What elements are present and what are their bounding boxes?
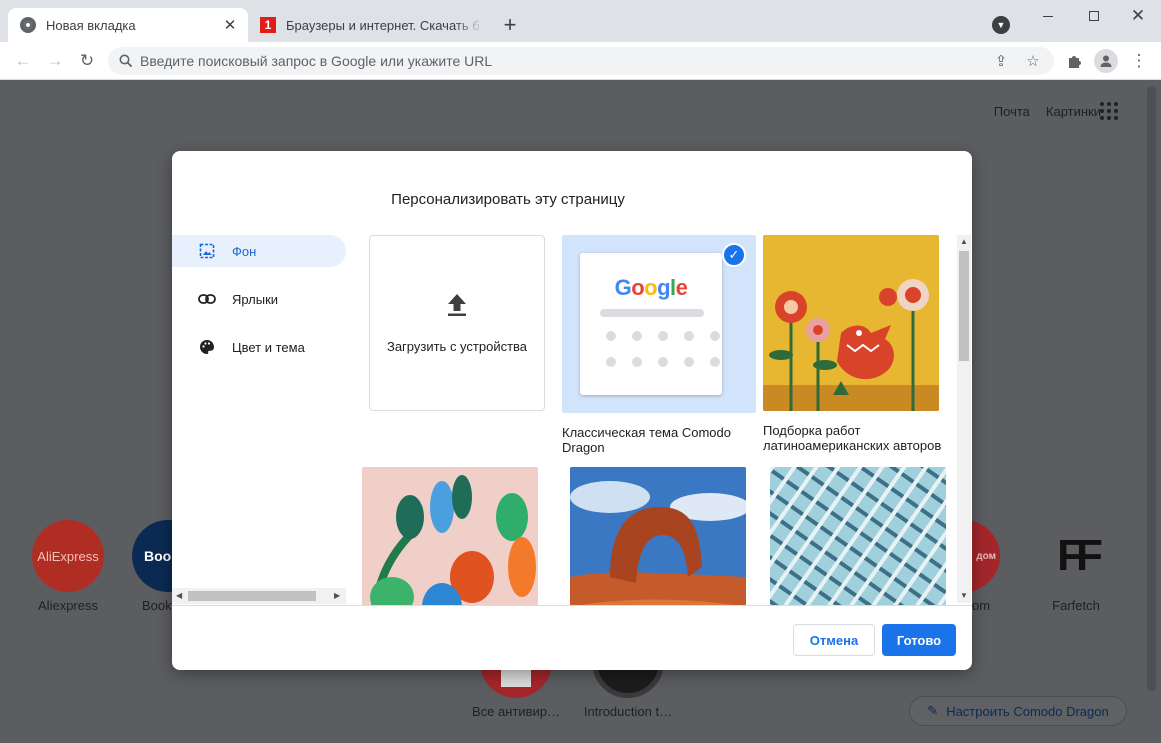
close-window-button[interactable]: ✕ xyxy=(1115,0,1161,32)
booking-icon: Boo xyxy=(132,520,174,592)
tab-new-tab[interactable]: Новая вкладка ✕ xyxy=(8,8,248,42)
tab-search-icon[interactable]: ▼ xyxy=(992,16,1010,34)
background-latin-american[interactable]: Подборка работ латиноамериканских авторо… xyxy=(763,235,949,453)
shortcut-booking[interactable]: Boo Book xyxy=(132,520,174,613)
shortcut-label: Farfetch xyxy=(1052,598,1100,613)
extensions-icon[interactable] xyxy=(1063,50,1085,72)
shortcut-aliexpress[interactable]: AliExpress Aliexpress xyxy=(20,520,116,613)
background-grid: Загрузить с устройства Google ✓ Классиче… xyxy=(358,233,954,605)
image-icon xyxy=(198,243,216,259)
folk-art-illustration xyxy=(763,235,939,411)
shortcut-label: Все антивир… xyxy=(471,704,561,719)
images-link[interactable]: Картинки xyxy=(1046,104,1101,119)
ntp-mockup: Google xyxy=(580,253,722,395)
google-logo: Google xyxy=(614,275,688,300)
classic-theme-thumbnail[interactable]: Google ✓ xyxy=(562,235,756,413)
customize-label: Настроить Comodo Dragon xyxy=(946,703,1109,719)
scroll-down-arrow-icon[interactable]: ▼ xyxy=(960,591,968,600)
menu-item-label: Ярлыки xyxy=(232,291,279,307)
bookmark-star-icon[interactable]: ☆ xyxy=(1022,50,1044,72)
shortcut-label: Book xyxy=(142,598,172,613)
dialog-footer: Отмена Готово xyxy=(172,605,972,670)
scrollbar-thumb[interactable] xyxy=(959,251,969,361)
back-arrow-icon[interactable]: ← xyxy=(12,50,34,72)
upload-icon xyxy=(448,293,466,316)
page-scrollbar[interactable] xyxy=(1147,86,1156,691)
url-input[interactable] xyxy=(140,53,990,69)
apps-grid-icon[interactable] xyxy=(1100,102,1118,120)
scroll-left-arrow-icon[interactable]: ◀ xyxy=(176,591,182,600)
minimize-icon xyxy=(1043,15,1053,17)
tab-title: Браузеры и интернет. Скачать б xyxy=(286,17,480,33)
done-button[interactable]: Готово xyxy=(882,624,956,656)
reload-icon[interactable]: ↻ xyxy=(76,50,98,72)
search-icon xyxy=(112,54,140,68)
share-icon[interactable]: ⇪ xyxy=(990,50,1012,72)
arch-thumbnail[interactable] xyxy=(570,467,746,605)
arch-landscape xyxy=(570,467,746,605)
mail-link[interactable]: Почта xyxy=(994,104,1030,119)
architecture-thumbnail[interactable] xyxy=(770,467,946,605)
maximize-icon xyxy=(1089,11,1099,21)
toolbar: ← → ↻ ⇪ ☆ ⋮ xyxy=(0,42,1161,80)
floral-thumbnail[interactable] xyxy=(362,467,538,605)
selected-check-icon: ✓ xyxy=(722,243,746,267)
tab-strip: Новая вкладка ✕ 1 Браузеры и интернет. С… xyxy=(0,0,1161,42)
aliexpress-icon: AliExpress xyxy=(32,520,104,592)
ntp-top-links: Почта Картинки xyxy=(994,104,1101,119)
background-arch[interactable] xyxy=(570,467,756,605)
scrollbar-thumb[interactable] xyxy=(188,591,316,601)
dialog-title: Персонализировать эту страницу xyxy=(391,191,625,208)
customize-dialog: Персонализировать эту страницу Фон Ярлык… xyxy=(172,151,972,670)
sidebar-horizontal-scrollbar[interactable]: ◀ ▶ xyxy=(172,588,346,604)
shortcut-farfetch[interactable]: FF Farfetch xyxy=(1028,520,1124,613)
shortcut-dom[interactable]: дом om xyxy=(972,520,1002,613)
customize-button[interactable]: ✎ Настроить Comodo Dragon xyxy=(909,696,1127,726)
background-caption: Подборка работ латиноамериканских авторо… xyxy=(763,423,942,453)
shortcut-label: Introduction t… xyxy=(583,704,673,719)
cancel-button[interactable]: Отмена xyxy=(793,624,875,656)
grid-vertical-scrollbar[interactable]: ▲ ▼ xyxy=(957,235,971,603)
upload-from-device-card[interactable]: Загрузить с устройства xyxy=(369,235,545,411)
minimize-button[interactable] xyxy=(1025,0,1071,32)
glass-facade-pattern xyxy=(770,467,946,605)
farfetch-icon: FF xyxy=(1057,531,1103,580)
search-bar-placeholder xyxy=(600,309,704,317)
menu-item-color-theme[interactable]: Цвет и тема xyxy=(172,331,346,363)
background-architecture[interactable] xyxy=(770,467,954,605)
maximize-button[interactable] xyxy=(1071,0,1117,32)
scroll-up-arrow-icon[interactable]: ▲ xyxy=(960,237,968,246)
pencil-icon: ✎ xyxy=(927,703,939,718)
background-floral[interactable] xyxy=(362,467,548,605)
menu-item-label: Фон xyxy=(232,243,257,259)
address-bar[interactable]: ⇪ ☆ xyxy=(108,47,1054,75)
tab-title: Новая вкладка xyxy=(46,17,136,33)
scroll-right-arrow-icon[interactable]: ▶ xyxy=(334,591,340,600)
floral-illustration xyxy=(362,467,538,605)
menu-item-shortcuts[interactable]: Ярлыки xyxy=(172,283,346,315)
profile-avatar[interactable] xyxy=(1094,49,1118,73)
dom-icon: дом xyxy=(972,520,1000,592)
latin-art-thumbnail[interactable] xyxy=(763,235,939,411)
site-favicon-icon: 1 xyxy=(260,17,276,33)
menu-item-background[interactable]: Фон xyxy=(172,235,346,267)
close-tab-icon[interactable]: ✕ xyxy=(220,15,240,35)
shortcut-label: Aliexpress xyxy=(38,598,98,613)
shortcut-label: om xyxy=(972,598,991,613)
menu-kebab-icon[interactable]: ⋮ xyxy=(1128,50,1150,72)
shortcut-dots xyxy=(606,331,720,367)
person-icon xyxy=(1100,55,1112,67)
tab-browsers[interactable]: 1 Браузеры и интернет. Скачать б xyxy=(252,8,484,42)
upload-label: Загрузить с устройства xyxy=(386,338,528,354)
forward-arrow-icon[interactable]: → xyxy=(44,50,66,72)
background-classic[interactable]: Google ✓ Классическая тема Comodo Dragon xyxy=(562,235,756,455)
palette-icon xyxy=(198,339,216,355)
link-icon xyxy=(198,294,216,304)
new-tab-button[interactable]: + xyxy=(498,12,522,37)
upload-tile[interactable]: Загрузить с устройства xyxy=(369,235,545,411)
background-caption: Классическая тема Comodo Dragon xyxy=(562,425,731,455)
menu-item-label: Цвет и тема xyxy=(232,339,305,355)
chrome-icon xyxy=(20,17,36,33)
